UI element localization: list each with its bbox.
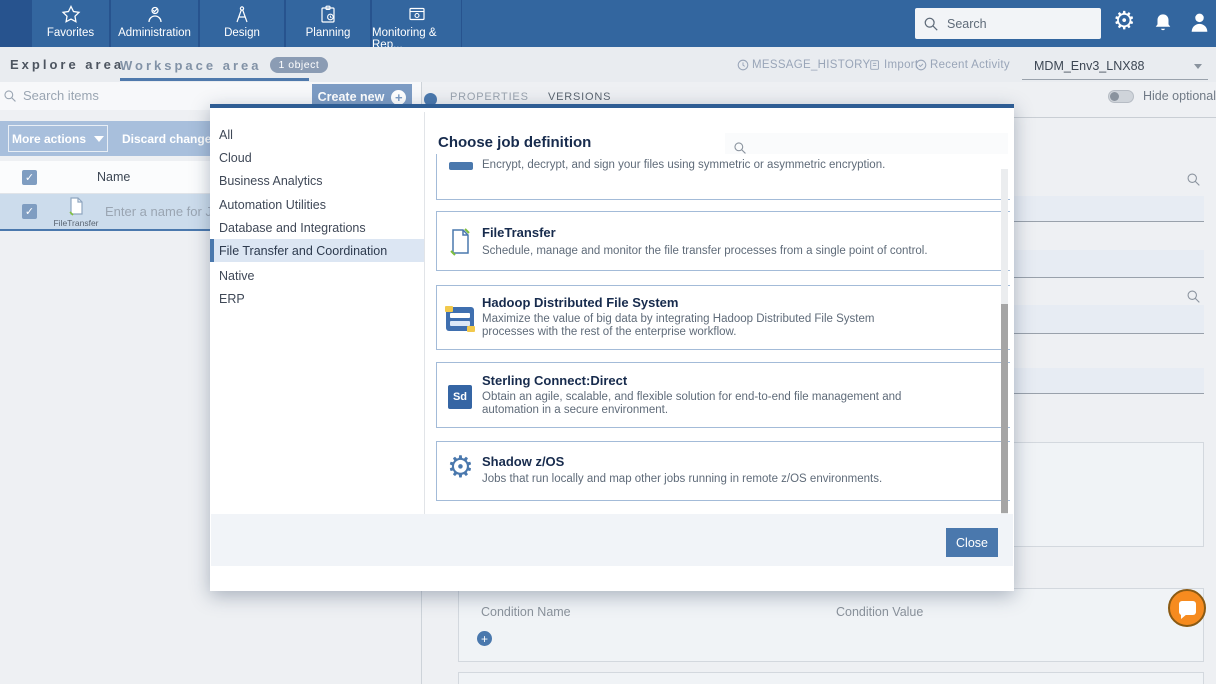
more-actions-label: More actions	[12, 132, 86, 146]
filetransfer-doc-icon	[67, 196, 85, 217]
edit-note-icon	[869, 59, 881, 71]
engine-selector-dropdown[interactable]: MDM_Env3_LNX88	[1022, 53, 1208, 80]
administration-user-icon	[145, 5, 165, 24]
job-card-encryption[interactable]: Encrypt, decrypt, and sign your files us…	[436, 154, 1010, 200]
nav-tab-planning[interactable]: Planning	[285, 0, 371, 47]
filetransfer-doc-icon	[448, 227, 472, 257]
modal-footer	[211, 514, 1013, 566]
tab-properties[interactable]: PROPERTIES	[450, 91, 529, 103]
clock-icon	[737, 59, 749, 71]
nav-tab-monitoring[interactable]: Monitoring & Rep...	[371, 0, 462, 47]
recent-activity-label: Recent Activity	[930, 59, 1010, 71]
message-history-label: MESSAGE_HISTORY	[752, 59, 870, 71]
search-icon	[923, 16, 939, 32]
toggle-knob	[1110, 92, 1119, 101]
nav-tab-label: Favorites	[47, 27, 94, 39]
sterling-icon-text: Sd	[448, 385, 472, 409]
plus-icon: +	[391, 90, 406, 105]
recent-activity-icon	[915, 59, 927, 71]
job-card-description: Obtain an agile, scalable, and flexible …	[482, 391, 922, 416]
job-card-shadow-zos[interactable]: ⚙ Shadow z/OS Jobs that run locally and …	[436, 441, 1010, 501]
chat-bubble-icon	[1179, 601, 1196, 615]
job-card-description: Maximize the value of big data by integr…	[482, 313, 922, 338]
monitor-icon	[407, 5, 427, 24]
app-logo-block	[0, 0, 31, 47]
recent-activity-link[interactable]: Recent Activity	[915, 59, 1010, 71]
name-column-header: Name	[97, 170, 130, 184]
choose-job-definition-modal: All Cloud Business Analytics Automation …	[210, 104, 1014, 591]
search-items-box[interactable]	[3, 88, 183, 103]
import-label: Import	[884, 59, 918, 71]
object-count-badge: 1 object	[270, 57, 329, 73]
search-icon	[733, 141, 747, 155]
hide-optional-label: Hide optional	[1143, 89, 1216, 103]
nav-tab-administration[interactable]: Administration	[110, 0, 199, 47]
tab-versions[interactable]: VERSIONS	[548, 91, 611, 103]
job-card-sterling[interactable]: Sd Sterling Connect:Direct Obtain an agi…	[436, 362, 1010, 428]
job-card-description: Jobs that run locally and map other jobs…	[482, 473, 922, 486]
import-link[interactable]: Import	[884, 59, 918, 71]
tab-workspace-area[interactable]: Workspace area 1 object	[120, 57, 328, 73]
more-actions-button[interactable]: More actions	[8, 125, 108, 152]
add-condition-button[interactable]: +	[477, 631, 492, 646]
next-group-box	[458, 672, 1204, 684]
job-card-hadoop[interactable]: Hadoop Distributed File System Maximize …	[436, 285, 1010, 350]
modal-title: Choose job definition	[438, 134, 591, 151]
workspace-tab-label: Workspace area	[120, 58, 262, 73]
modal-scrollbar-thumb[interactable]	[1001, 304, 1008, 513]
condition-value-label: Condition Value	[836, 605, 923, 619]
user-avatar-icon[interactable]	[1188, 11, 1211, 34]
help-chat-button[interactable]	[1168, 589, 1206, 627]
job-card-filetransfer[interactable]: FileTransfer Schedule, manage and monito…	[436, 211, 1010, 271]
row-checkbox[interactable]: ✓	[22, 204, 37, 219]
nav-tab-design[interactable]: Design	[199, 0, 285, 47]
job-card-description: Encrypt, decrypt, and sign your files us…	[482, 159, 922, 172]
job-card-description: Schedule, manage and monitor the file tr…	[482, 245, 952, 258]
engine-selector-value: MDM_Env3_LNX88	[1034, 59, 1144, 73]
global-search-box[interactable]	[915, 8, 1101, 39]
lookup-search-icon[interactable]	[1186, 289, 1201, 304]
clipboard-icon	[318, 5, 338, 24]
row-icon-label: FileTransfer	[53, 218, 98, 228]
job-card-title: FileTransfer	[482, 225, 556, 240]
job-card-title: Sterling Connect:Direct	[482, 373, 627, 388]
nav-tab-label: Design	[224, 27, 260, 39]
message-history-link[interactable]: MESSAGE_HISTORY	[737, 59, 881, 71]
tab-explore-area[interactable]: Explore area	[10, 57, 124, 72]
chevron-down-icon	[1194, 64, 1202, 69]
category-all[interactable]: All	[210, 123, 424, 146]
caret-down-icon	[94, 136, 104, 142]
search-items-input[interactable]	[23, 88, 183, 103]
sterling-icon: Sd	[448, 385, 472, 409]
job-card-title: Shadow z/OS	[482, 454, 564, 469]
close-button[interactable]: Close	[946, 528, 998, 557]
job-card-title: Hadoop Distributed File System	[482, 295, 678, 310]
nav-tab-label: Planning	[306, 27, 351, 39]
compass-icon	[232, 5, 252, 24]
encryption-icon	[449, 162, 473, 170]
global-search-input[interactable]	[947, 17, 1087, 31]
select-all-checkbox[interactable]: ✓	[22, 170, 37, 185]
active-tab-underline	[120, 78, 309, 81]
condition-name-label: Condition Name	[481, 605, 571, 619]
search-icon	[3, 89, 17, 103]
lookup-search-icon[interactable]	[1186, 172, 1201, 187]
settings-gear-icon[interactable]: ⚙	[1113, 10, 1135, 32]
shadow-gear-icon: ⚙	[447, 454, 474, 482]
notifications-bell-icon[interactable]	[1152, 12, 1174, 34]
create-new-label: Create new	[318, 90, 385, 104]
hide-optional-toggle[interactable]	[1108, 90, 1134, 103]
nav-tab-label: Administration	[118, 27, 191, 39]
nav-tab-favorites[interactable]: Favorites	[31, 0, 110, 47]
star-icon	[61, 5, 81, 24]
conditions-box: Condition Name Condition Value +	[458, 588, 1204, 662]
discard-changes-label: Discard changes	[122, 132, 218, 146]
